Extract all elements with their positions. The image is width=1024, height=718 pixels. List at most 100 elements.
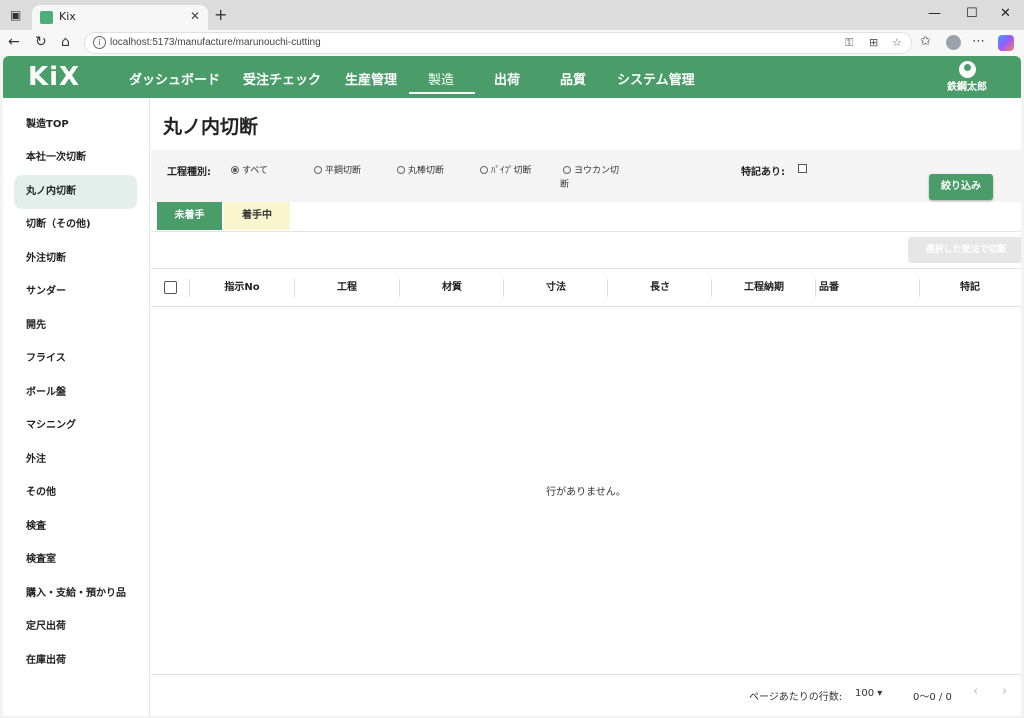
main-content: 丸ノ内切断 工程種別: すべて 平鋼切断 丸棒切断 ﾊﾟｲﾌﾟ切断 ヨウカン切 … bbox=[151, 98, 1021, 716]
radio-round-bar-indicator bbox=[397, 166, 405, 174]
nav-system[interactable]: システム管理 bbox=[617, 69, 695, 88]
rows-per-page-select[interactable]: 100 ▾ bbox=[855, 688, 882, 699]
prev-page-icon[interactable]: ‹ bbox=[973, 684, 978, 699]
favicon-icon bbox=[40, 11, 53, 24]
home-icon[interactable]: ⌂ bbox=[61, 34, 70, 50]
radio-pipe-cutting[interactable]: ﾊﾟｲﾌﾟ切断 bbox=[480, 163, 532, 176]
app-available-icon[interactable]: ⊞ bbox=[869, 36, 878, 49]
sidebar-item-marunouchi-cutting[interactable]: 丸ノ内切断 bbox=[14, 175, 137, 209]
column-notes[interactable]: 特記 bbox=[920, 269, 1020, 307]
radio-flat-bar-label: 平鋼切断 bbox=[325, 166, 362, 176]
radio-pipe-indicator bbox=[480, 166, 488, 174]
column-separator bbox=[815, 279, 816, 297]
reload-icon[interactable]: ↻ bbox=[35, 34, 47, 50]
app-window: KiX ダッシュボード 受注チェック 生産管理 製造 出荷 品質 システム管理 … bbox=[3, 56, 1021, 716]
browser-tab[interactable]: Kix ✕ bbox=[32, 5, 208, 30]
kix-logo[interactable]: KiX bbox=[28, 62, 80, 92]
copilot-icon[interactable] bbox=[998, 35, 1014, 51]
sidebar-item-hq-primary-cutting[interactable]: 本社一次切断 bbox=[14, 141, 137, 175]
grid-header: 指示No 工程 材質 寸法 長さ 工程納期 品番 特記 bbox=[151, 269, 1021, 307]
column-length[interactable]: 長さ bbox=[608, 269, 712, 307]
column-material[interactable]: 材質 bbox=[400, 269, 504, 307]
favorite-star-icon[interactable]: ☆ bbox=[892, 36, 902, 49]
select-all-checkbox[interactable] bbox=[164, 281, 177, 294]
app-header: KiX ダッシュボード 受注チェック 生産管理 製造 出荷 品質 システム管理 … bbox=[3, 56, 1021, 98]
sidebar-item-purchased-goods[interactable]: 購入・支給・預かり品 bbox=[14, 577, 137, 611]
sidebar-item-bevel[interactable]: 開先 bbox=[14, 309, 137, 343]
sidebar-item-machining[interactable]: マシニング bbox=[14, 409, 137, 443]
browser-toolbar: ← ↻ ⌂ i localhost:5173/manufacture/marun… bbox=[0, 30, 1024, 56]
radio-flat-bar-indicator bbox=[314, 166, 322, 174]
next-page-icon[interactable]: › bbox=[1002, 684, 1007, 699]
tab-title: Kix bbox=[59, 10, 76, 23]
radio-all[interactable]: すべて bbox=[231, 163, 268, 176]
user-name: 鉄鋼太郎 bbox=[947, 82, 987, 93]
address-bar[interactable]: i localhost:5173/manufacture/marunouchi-… bbox=[84, 32, 912, 54]
user-menu[interactable]: 鉄鋼太郎 bbox=[947, 61, 987, 93]
note-filter-label: 特記あり: bbox=[741, 167, 785, 178]
sidebar-item-fixed-length-shipping[interactable]: 定尺出荷 bbox=[14, 610, 137, 644]
key-icon[interactable]: ⚿ bbox=[845, 36, 853, 50]
minimize-icon[interactable]: — bbox=[928, 6, 941, 21]
column-process[interactable]: 工程 bbox=[295, 269, 399, 307]
radio-flat-bar-cutting[interactable]: 平鋼切断 bbox=[314, 163, 361, 176]
nav-production[interactable]: 生産管理 bbox=[345, 69, 397, 88]
sidebar-item-inspection[interactable]: 検査 bbox=[14, 510, 137, 544]
chevron-down-icon: ▾ bbox=[877, 688, 883, 699]
radio-pipe-label: ﾊﾟｲﾌﾟ切断 bbox=[491, 166, 532, 176]
maximize-icon[interactable]: ☐ bbox=[966, 6, 978, 21]
status-tabs: 未着手 着手中 bbox=[151, 202, 1021, 232]
nav-manufacture[interactable]: 製造 bbox=[428, 69, 454, 88]
process-type-label: 工程種別: bbox=[167, 167, 211, 178]
more-menu-icon[interactable]: ⋯ bbox=[972, 34, 985, 49]
radio-youkan-label: ヨウカン切 bbox=[574, 166, 620, 176]
sidebar-item-other[interactable]: その他 bbox=[14, 476, 137, 510]
sidebar-item-cutting-other[interactable]: 切断（その他) bbox=[14, 208, 137, 242]
nav-shipping[interactable]: 出荷 bbox=[494, 69, 520, 88]
radio-all-indicator bbox=[231, 166, 239, 174]
browser-titlebar: ▣ Kix ✕ + — ☐ ✕ bbox=[0, 0, 1024, 30]
page-title: 丸ノ内切断 bbox=[163, 116, 259, 138]
rows-per-page-value: 100 bbox=[855, 688, 875, 699]
new-tab-icon[interactable]: + bbox=[214, 5, 227, 24]
page-range: 0〜0 / 0 bbox=[913, 692, 952, 703]
sidebar-item-outsourced-cutting[interactable]: 外注切断 bbox=[14, 242, 137, 276]
nav-quality[interactable]: 品質 bbox=[560, 69, 586, 88]
site-info-icon[interactable]: i bbox=[93, 36, 106, 49]
rows-per-page-label: ページあたりの行数: bbox=[749, 692, 843, 703]
column-dimensions[interactable]: 寸法 bbox=[504, 269, 608, 307]
radio-round-bar-cutting[interactable]: 丸棒切断 bbox=[397, 163, 444, 176]
sidebar: 製造TOP 本社一次切断 丸ノ内切断 切断（その他) 外注切断 サンダー 開先 … bbox=[3, 98, 150, 716]
cut-selected-orders-button[interactable]: 選択した受注で切断 bbox=[908, 237, 1021, 263]
back-icon[interactable]: ← bbox=[8, 34, 20, 50]
radio-youkan-cutting[interactable]: ヨウカン切 bbox=[563, 163, 619, 176]
close-tab-icon[interactable]: ✕ bbox=[190, 9, 200, 23]
column-instruction-no[interactable]: 指示No bbox=[190, 269, 294, 307]
sidebar-item-inspection-room[interactable]: 検査室 bbox=[14, 543, 137, 577]
sidebar-item-manufacture-top[interactable]: 製造TOP bbox=[14, 108, 137, 142]
nav-dashboard[interactable]: ダッシュボード bbox=[129, 69, 220, 88]
column-part-no[interactable]: 品番 bbox=[819, 269, 859, 307]
sidebar-item-drill-press[interactable]: ボール盤 bbox=[14, 376, 137, 410]
orders-grid: 指示No 工程 材質 寸法 長さ 工程納期 品番 特記 行がありません。 ページ… bbox=[151, 268, 1021, 714]
radio-youkan-label-wrap: 断 bbox=[560, 180, 570, 190]
column-process-due-date[interactable]: 工程納期 bbox=[712, 269, 816, 307]
note-checkbox[interactable] bbox=[798, 164, 807, 173]
apply-filter-button[interactable]: 絞り込み bbox=[929, 174, 993, 200]
nav-order-check[interactable]: 受注チェック bbox=[243, 69, 321, 88]
profile-avatar-icon[interactable] bbox=[946, 35, 961, 50]
sidebar-item-milling[interactable]: フライス bbox=[14, 342, 137, 376]
sidebar-item-sander[interactable]: サンダー bbox=[14, 275, 137, 309]
sidebar-item-outsourcing[interactable]: 外注 bbox=[14, 443, 137, 477]
empty-rows-message: 行がありません。 bbox=[546, 487, 626, 498]
url-text[interactable]: localhost:5173/manufacture/marunouchi-cu… bbox=[110, 37, 321, 48]
radio-youkan-indicator bbox=[563, 166, 571, 174]
favorites-icon[interactable]: ✩ bbox=[920, 34, 931, 49]
tab-in-progress[interactable]: 着手中 bbox=[224, 202, 290, 230]
tab-not-started[interactable]: 未着手 bbox=[157, 202, 222, 230]
close-window-icon[interactable]: ✕ bbox=[1000, 6, 1011, 21]
filter-bar: 工程種別: すべて 平鋼切断 丸棒切断 ﾊﾟｲﾌﾟ切断 ヨウカン切 断 特記あり… bbox=[151, 150, 1021, 202]
sidebar-item-stock-shipping[interactable]: 在庫出荷 bbox=[14, 644, 137, 678]
window-menu-icon[interactable]: ▣ bbox=[10, 8, 21, 22]
radio-round-bar-label: 丸棒切断 bbox=[408, 166, 445, 176]
